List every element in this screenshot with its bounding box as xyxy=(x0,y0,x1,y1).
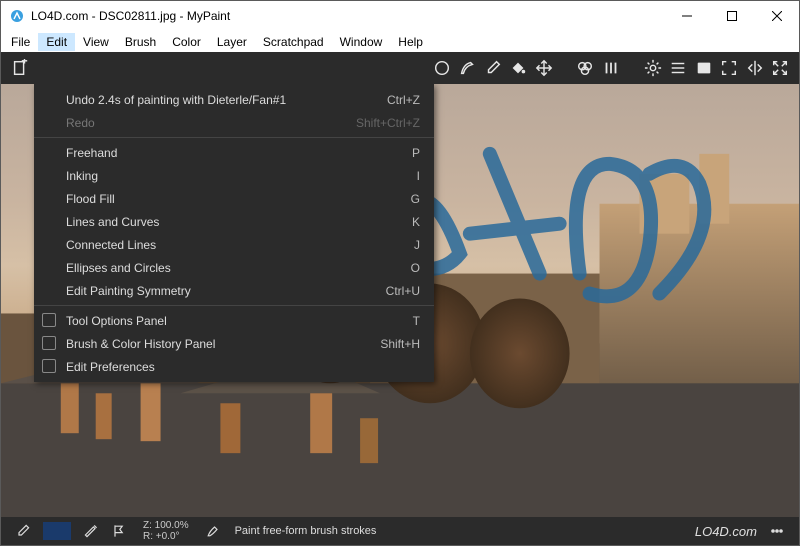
menu-undo-shortcut: Ctrl+Z xyxy=(387,93,420,107)
menu-flood-fill[interactable]: Flood FillG xyxy=(34,187,434,210)
menu-window[interactable]: Window xyxy=(332,33,391,51)
checkbox-icon xyxy=(42,336,56,350)
menu-brush-history[interactable]: Brush & Color History PanelShift+H xyxy=(34,332,434,355)
menu-edit[interactable]: Edit xyxy=(38,33,75,51)
brush-icon[interactable] xyxy=(200,520,226,542)
menu-undo-label: Undo 2.4s of painting with Dieterle/Fan#… xyxy=(66,93,286,107)
card-icon[interactable] xyxy=(692,55,716,81)
app-window: LO4D.com - DSC02811.jpg - MyPaint File E… xyxy=(0,0,800,546)
toolbar xyxy=(1,52,799,84)
minimize-button[interactable] xyxy=(664,1,709,31)
window-title: LO4D.com - DSC02811.jpg - MyPaint xyxy=(31,9,230,23)
status-hint: Paint free-form brush strokes xyxy=(235,525,377,537)
zoom-readout: Z: 100.0% R: +0.0° xyxy=(143,520,189,542)
menu-redo-shortcut: Shift+Ctrl+Z xyxy=(356,116,420,130)
flag-icon[interactable] xyxy=(106,520,132,542)
color-swatch[interactable] xyxy=(43,522,71,540)
menu-ellipses[interactable]: Ellipses and CirclesO xyxy=(34,256,434,279)
menu-symmetry[interactable]: Edit Painting SymmetryCtrl+U xyxy=(34,279,434,302)
menu-redo: Redo Shift+Ctrl+Z xyxy=(34,111,434,134)
brush-adjust-icon[interactable] xyxy=(78,520,104,542)
menu-lines-curves[interactable]: Lines and CurvesK xyxy=(34,210,434,233)
move-icon[interactable] xyxy=(532,55,556,81)
brushes-icon[interactable] xyxy=(599,55,623,81)
pen-tool-icon[interactable] xyxy=(455,55,479,81)
menu-divider xyxy=(34,305,434,306)
checkbox-icon xyxy=(42,313,56,327)
more-icon[interactable] xyxy=(764,520,790,542)
menu-preferences[interactable]: Edit Preferences xyxy=(34,355,434,378)
bucket-icon[interactable] xyxy=(506,55,530,81)
menu-tool-options[interactable]: Tool Options PanelT xyxy=(34,309,434,332)
menubar: File Edit View Brush Color Layer Scratch… xyxy=(1,31,799,52)
symmetry-icon[interactable] xyxy=(743,55,767,81)
new-doc-icon[interactable] xyxy=(8,55,32,81)
menu-help[interactable]: Help xyxy=(390,33,431,51)
menu-brush[interactable]: Brush xyxy=(117,33,164,51)
app-icon xyxy=(9,8,25,24)
close-button[interactable] xyxy=(754,1,799,31)
menu-freehand[interactable]: FreehandP xyxy=(34,141,434,164)
edit-dropdown: Undo 2.4s of painting with Dieterle/Fan#… xyxy=(34,84,434,382)
checkbox-icon xyxy=(42,359,56,373)
menu-file[interactable]: File xyxy=(3,33,38,51)
menu-connected-lines[interactable]: Connected LinesJ xyxy=(34,233,434,256)
maximize-button[interactable] xyxy=(709,1,754,31)
lines-icon[interactable] xyxy=(666,55,690,81)
titlebar: LO4D.com - DSC02811.jpg - MyPaint xyxy=(1,1,799,31)
eyedropper-icon[interactable] xyxy=(10,520,36,542)
menu-color[interactable]: Color xyxy=(164,33,209,51)
menu-redo-label: Redo xyxy=(66,116,95,130)
menu-divider xyxy=(34,137,434,138)
color-rings-icon[interactable] xyxy=(574,55,598,81)
statusbar: Z: 100.0% R: +0.0° Paint free-form brush… xyxy=(1,517,799,545)
expand-icon[interactable] xyxy=(769,55,793,81)
menu-view[interactable]: View xyxy=(75,33,117,51)
ellipse-tool-icon[interactable] xyxy=(430,55,454,81)
menu-inking[interactable]: InkingI xyxy=(34,164,434,187)
gear-icon[interactable] xyxy=(641,55,665,81)
menu-scratchpad[interactable]: Scratchpad xyxy=(255,33,332,51)
fullscreen-icon[interactable] xyxy=(718,55,742,81)
canvas-area[interactable]: Undo 2.4s of painting with Dieterle/Fan#… xyxy=(1,84,799,517)
menu-undo[interactable]: Undo 2.4s of painting with Dieterle/Fan#… xyxy=(34,88,434,111)
menu-layer[interactable]: Layer xyxy=(209,33,255,51)
eyedropper-icon[interactable] xyxy=(481,55,505,81)
watermark: LO4D.com xyxy=(695,524,757,539)
